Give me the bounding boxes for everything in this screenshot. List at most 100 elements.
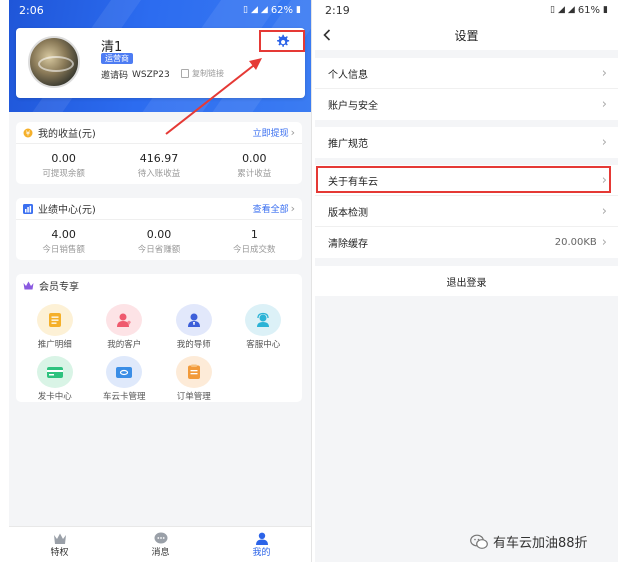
member-item-label: 订单管理 <box>176 392 211 402</box>
member-item-card-manage[interactable]: 车云卡管理 <box>90 356 160 402</box>
stat-label: 今日省赚额 <box>137 245 181 255</box>
member-item-label: 我的导师 <box>176 340 211 350</box>
watermark: 有车云加油88折 <box>470 532 588 551</box>
member-item-mentor[interactable]: 我的导师 <box>159 304 229 350</box>
invite-code-row: 邀请码 WSZP23 <box>101 68 170 82</box>
view-all-link[interactable]: 查看全部 › <box>253 202 295 215</box>
battery-percent: 62% <box>270 4 294 16</box>
copy-icon <box>181 69 189 78</box>
bar-chart-icon <box>23 203 33 214</box>
invite-label: 邀请码 <box>101 71 129 81</box>
earnings-header: ¥ 我的收益(元) 立即提现 › <box>16 122 302 144</box>
stat-label: 累计收益 <box>237 169 272 179</box>
status-icons: ▯ ◢ ◢ 62% ▮ <box>243 5 301 16</box>
member-item-support[interactable]: 客服中心 <box>229 304 299 350</box>
page-title: 设置 <box>454 28 479 43</box>
stat-item: 0.00 今日省赚额 <box>112 228 206 255</box>
setting-personal-info[interactable]: 个人信息 › <box>315 58 618 89</box>
stat-item: 416.97 待入账收益 <box>112 152 206 179</box>
chevron-left-icon <box>323 29 331 41</box>
member-item-card-center[interactable]: 发卡中心 <box>20 356 90 402</box>
signal-icon: ◢ <box>260 5 268 15</box>
tab-messages[interactable]: 消息 <box>126 532 196 558</box>
coin-icon: ¥ <box>23 128 33 137</box>
profile-screen: 2:06 ▯ ◢ ◢ 62% ▮ 清1 运营商 邀请码 WSZP23 复制链接 <box>9 0 312 562</box>
chevron-right-icon: › <box>290 202 295 215</box>
setting-version-check[interactable]: 版本检测 › <box>315 196 618 227</box>
stat-label: 今日成交数 <box>233 245 276 255</box>
stat-value: 4.00 <box>51 228 76 241</box>
settings-screen: 2:19 ▯ ◢ ◢ 61% ▮ 设置 个人信息 › 账户与安全 › 推广规范 … <box>315 0 618 562</box>
signal-icon: ◢ <box>250 5 258 15</box>
stat-label: 可提现余额 <box>42 169 85 179</box>
chevron-right-icon: › <box>601 172 607 188</box>
svg-text:¥: ¥ <box>26 129 31 137</box>
chevron-right-icon: › <box>601 97 607 112</box>
performance-card: 业绩中心(元) 查看全部 › 4.00 今日销售额 0.00 今日省赚额 1 今… <box>16 198 302 260</box>
setting-label: 清除缓存 <box>328 239 368 250</box>
setting-about[interactable]: 关于有车云 › <box>315 165 618 196</box>
settings-gear-button[interactable] <box>259 30 305 52</box>
watermark-text: 有车云加油88折 <box>493 536 588 551</box>
earnings-stats: 0.00 可提现余额 416.97 待入账收益 0.00 累计收益 <box>16 144 302 179</box>
member-item-promotion[interactable]: 推广明细 <box>20 304 90 350</box>
crown-icon <box>23 281 34 289</box>
stat-value: 0.00 <box>51 152 76 165</box>
screenshot-canvas: 2:06 ▯ ◢ ◢ 62% ▮ 清1 运营商 邀请码 WSZP23 复制链接 <box>0 0 625 570</box>
member-item-label: 推广明细 <box>37 340 72 350</box>
view-all-label: 查看全部 <box>252 205 289 215</box>
member-item-orders[interactable]: 订单管理 <box>159 356 229 402</box>
copy-link-label: 复制链接 <box>192 69 224 78</box>
status-time: 2:06 <box>19 3 44 17</box>
card-icon <box>36 356 73 388</box>
card-manage-icon <box>106 356 143 388</box>
customer-icon <box>106 304 143 336</box>
tab-label: 特权 <box>50 547 69 558</box>
settings-group-promotion: 推广规范 › <box>315 127 618 158</box>
performance-header: 业绩中心(元) 查看全部 › <box>16 198 302 220</box>
setting-label: 账户与安全 <box>328 101 378 112</box>
member-title: 会员专享 <box>39 281 79 293</box>
chevron-right-icon: › <box>601 135 607 150</box>
member-header: 会员专享 <box>16 274 302 296</box>
chevron-right-icon: › <box>601 65 607 81</box>
copy-link-button[interactable]: 复制链接 <box>181 68 224 79</box>
chevron-right-icon: › <box>290 126 295 139</box>
cache-size: 20.00KB <box>554 237 597 248</box>
bottom-tab-bar: 特权 消息 我的 <box>9 526 311 562</box>
support-icon <box>245 304 282 336</box>
setting-label: 个人信息 <box>328 69 368 81</box>
member-item-label: 客服中心 <box>246 340 281 350</box>
signal-icon: ◢ <box>567 5 575 15</box>
status-bar: 2:06 ▯ ◢ ◢ 62% ▮ <box>9 0 311 20</box>
stat-value: 416.97 <box>139 152 179 165</box>
back-button[interactable] <box>323 24 341 46</box>
tab-privileges[interactable]: 特权 <box>25 532 95 558</box>
setting-account-security[interactable]: 账户与安全 › <box>315 89 618 120</box>
vibrate-icon: ▯ <box>243 5 248 15</box>
status-icons: ▯ ◢ ◢ 61% ▮ <box>550 5 608 16</box>
tab-mine[interactable]: 我的 <box>227 532 297 558</box>
logout-button[interactable]: 退出登录 <box>315 266 618 296</box>
earnings-title: 我的收益(元) <box>38 129 96 140</box>
order-icon <box>175 356 212 388</box>
withdraw-link[interactable]: 立即提现 › <box>253 126 295 139</box>
stat-item: 1 今日成交数 <box>207 228 301 255</box>
member-item-customers[interactable]: 我的客户 <box>90 304 160 350</box>
gear-icon <box>276 34 289 47</box>
battery-icon: ▮ <box>603 5 608 15</box>
setting-clear-cache[interactable]: 清除缓存 20.00KB › <box>315 227 618 258</box>
signal-icon: ◢ <box>557 5 565 15</box>
stat-value: 1 <box>250 228 258 241</box>
settings-group-app: 关于有车云 › 版本检测 › 清除缓存 20.00KB › <box>315 165 618 258</box>
member-icon-grid: 推广明细 我的客户 我的导师 客服中心 发卡中心 车云卡管理 订单管理 <box>16 296 302 402</box>
logout-label: 退出登录 <box>446 277 487 289</box>
member-item-label: 车云卡管理 <box>102 392 146 402</box>
status-bar: 2:19 ▯ ◢ ◢ 61% ▮ <box>315 0 618 20</box>
tab-label: 消息 <box>151 547 170 558</box>
role-badge: 运营商 <box>101 53 133 64</box>
invite-code: WSZP23 <box>132 69 170 80</box>
setting-promotion-rules[interactable]: 推广规范 › <box>315 127 618 158</box>
document-icon <box>36 304 73 336</box>
avatar[interactable] <box>28 36 80 88</box>
